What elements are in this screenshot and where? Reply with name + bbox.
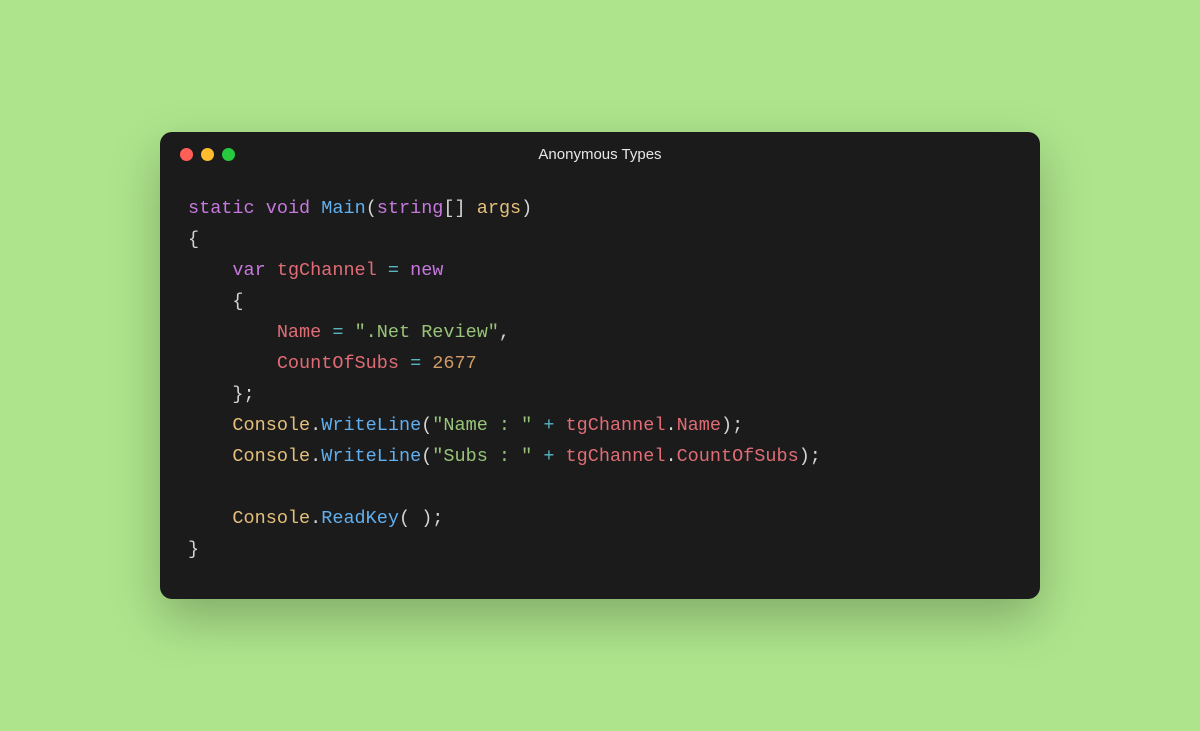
traffic-lights [180, 148, 235, 161]
paren-close-2: ) [721, 415, 732, 436]
class-console-2: Console [232, 446, 310, 467]
op-assign-2: = [332, 322, 343, 343]
paren-close-4: ) [421, 508, 432, 529]
op-plus-2: + [543, 446, 554, 467]
identifier-tgchannel-2: tgChannel [566, 415, 666, 436]
paren-close-3: ) [799, 446, 810, 467]
paren-open-3: ( [421, 446, 432, 467]
code-area[interactable]: static void Main(string[] args) { var tg… [160, 169, 1040, 600]
string-netreview: ".Net Review" [355, 322, 499, 343]
semi-3: ; [432, 508, 443, 529]
paren-open-2: ( [421, 415, 432, 436]
init-brace-open: { [232, 291, 243, 312]
dot-1: . [310, 415, 321, 436]
method-writeline-1: WriteLine [321, 415, 421, 436]
dot-4: . [665, 446, 676, 467]
string-subs: "Subs : " [432, 446, 532, 467]
op-plus-1: + [543, 415, 554, 436]
brace-open: { [188, 229, 199, 250]
paren-close: ) [521, 198, 532, 219]
dot-3: . [310, 446, 321, 467]
keyword-static: static [188, 198, 255, 219]
class-console-3: Console [232, 508, 310, 529]
paren-open-4: ( [399, 508, 410, 529]
prop-countofsubs: CountOfSubs [277, 353, 399, 374]
brackets: [] [443, 198, 465, 219]
method-readkey: ReadKey [321, 508, 399, 529]
close-icon[interactable] [180, 148, 193, 161]
dot-2: . [665, 415, 676, 436]
param-args: args [477, 198, 521, 219]
op-assign: = [388, 260, 399, 281]
maximize-icon[interactable] [222, 148, 235, 161]
prop-name: Name [277, 322, 321, 343]
type-string: string [377, 198, 444, 219]
semi-1: ; [732, 415, 743, 436]
prop-countofsubs-ref: CountOfSubs [677, 446, 799, 467]
paren-open: ( [366, 198, 377, 219]
semi-2: ; [810, 446, 821, 467]
dot-5: . [310, 508, 321, 529]
number-2677: 2677 [432, 353, 476, 374]
identifier-tgchannel: tgChannel [277, 260, 377, 281]
function-main: Main [321, 198, 365, 219]
identifier-tgchannel-3: tgChannel [566, 446, 666, 467]
op-assign-3: = [410, 353, 421, 374]
keyword-var: var [232, 260, 265, 281]
window-title: Anonymous Types [160, 146, 1040, 163]
keyword-new: new [410, 260, 443, 281]
method-writeline-2: WriteLine [321, 446, 421, 467]
comma: , [499, 322, 510, 343]
minimize-icon[interactable] [201, 148, 214, 161]
class-console-1: Console [232, 415, 310, 436]
brace-close: } [188, 539, 199, 560]
prop-name-ref: Name [677, 415, 721, 436]
keyword-void: void [266, 198, 310, 219]
space [410, 508, 421, 529]
titlebar: Anonymous Types [160, 132, 1040, 169]
init-brace-close: }; [232, 384, 254, 405]
editor-window: Anonymous Types static void Main(string[… [160, 132, 1040, 600]
string-name: "Name : " [432, 415, 532, 436]
